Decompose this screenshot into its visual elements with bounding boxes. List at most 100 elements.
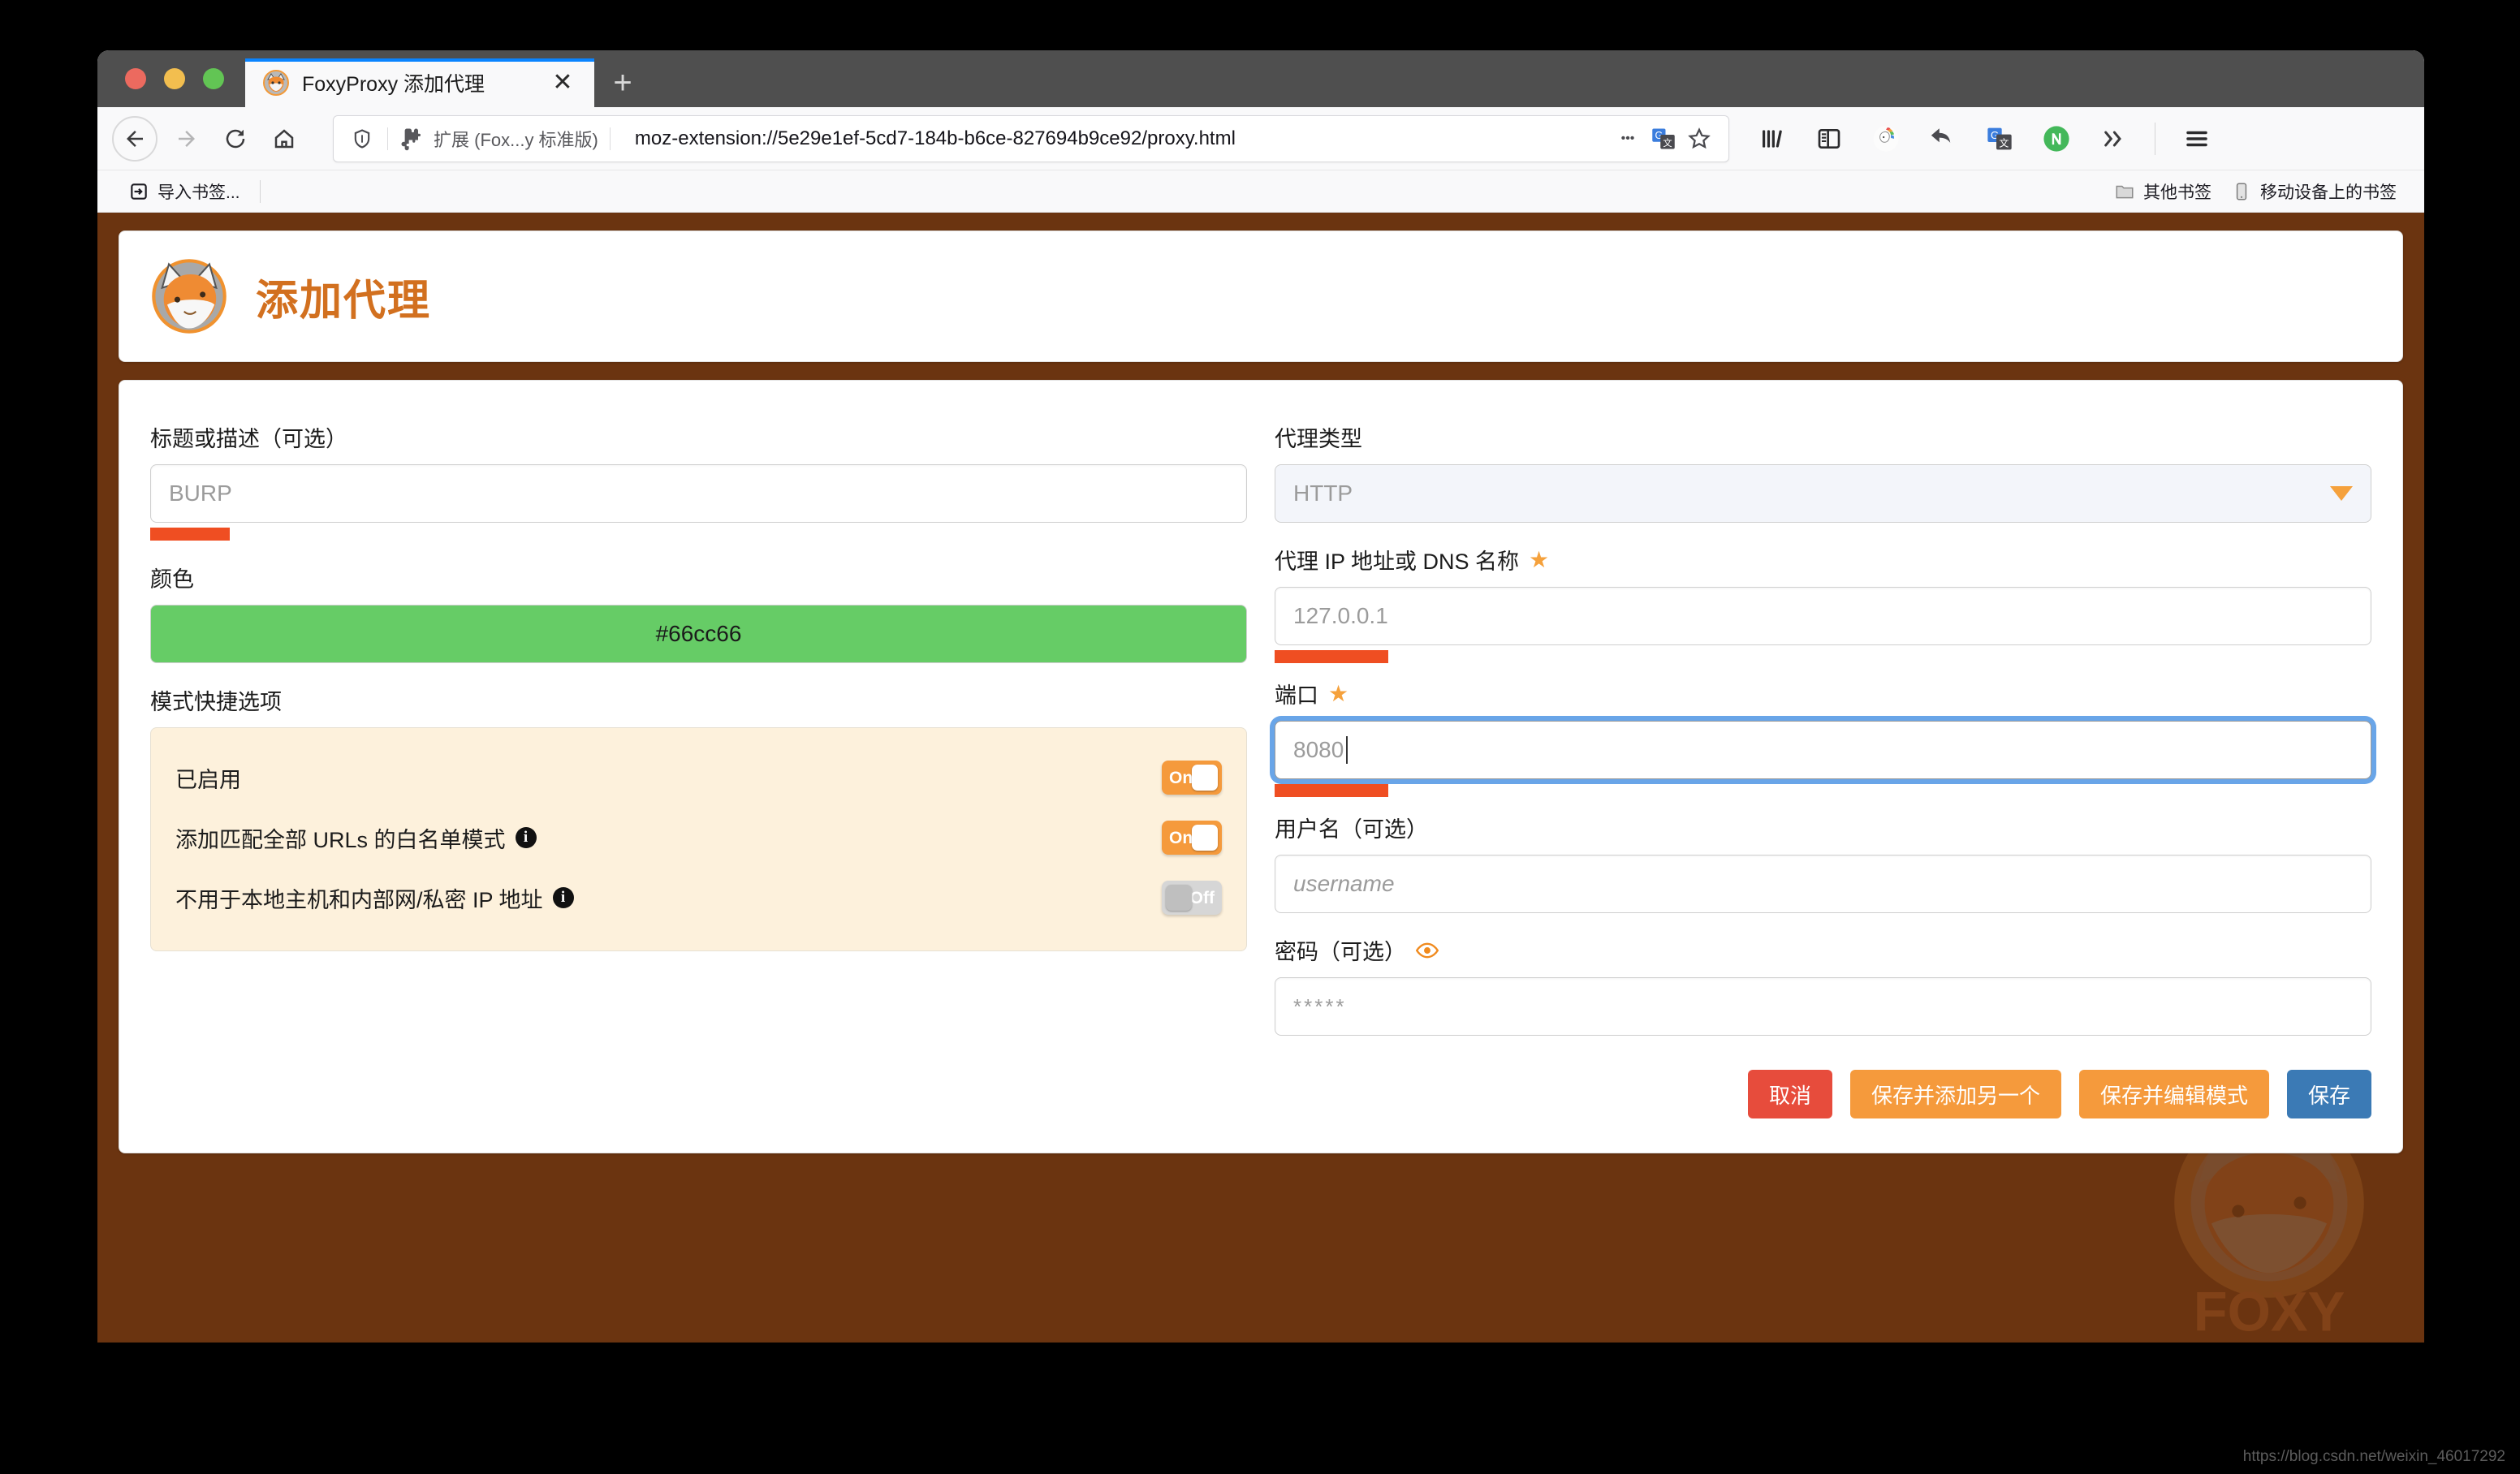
color-swatch-input[interactable]: #66cc66 [150,605,1247,663]
maximize-window-button[interactable] [203,68,224,89]
nimbus-extension-icon[interactable] [2031,114,2082,164]
bookmarks-bar: 导入书签... 其他书签 移动设备上的书签 [97,170,2424,213]
translate-icon[interactable]: G 文 [1646,121,1681,157]
puzzle-piece-icon [401,128,421,150]
port-value: 8080 [1293,737,1344,762]
home-button-icon[interactable] [260,114,309,163]
url-text[interactable]: moz-extension://5e29e1ef-5cd7-184b-b6ce-… [635,127,1610,150]
form-left-column: 标题或描述（可选） BURP 颜色 #66cc66 模式快捷选项 已启用 On … [150,421,1247,1118]
svg-text:FOXY: FOXY [2194,1280,2345,1343]
bookmark-star-icon[interactable] [1681,121,1717,157]
toggle-localhost[interactable]: Off [1162,881,1222,915]
bookmarks-divider [259,179,261,203]
required-star-icon-port: ★ [1328,680,1349,706]
library-icon[interactable] [1747,114,1797,164]
unicorn-extension-icon[interactable] [1861,114,1911,164]
shield-icon[interactable] [348,125,376,153]
proxy-ip-label-text: 代理 IP 地址或 DNS 名称 [1275,550,1520,574]
password-value: ***** [1293,993,1347,1019]
username-label: 用户名（可选） [1275,812,2371,843]
extension-chip[interactable]: 扩展 (Fox...y 标准版) [399,126,598,152]
mobile-device-icon [2236,182,2247,200]
save-and-add-another-button[interactable]: 保存并添加另一个 [1849,1070,2061,1118]
proxy-type-value: HTTP [1293,481,1353,506]
form-actions: 取消 保存并添加另一个 保存并编辑模式 保存 [1275,1070,2371,1118]
bookmark-import-label: 导入书签... [158,183,240,202]
form-right-column: 代理类型 HTTP 代理 IP 地址或 DNS 名称 ★ 127.0.0.1 端… [1275,421,2371,1118]
back-button-icon[interactable] [112,115,158,162]
browser-tab[interactable]: FoxyProxy 添加代理 ✕ [245,58,594,107]
patterns-label-text: 模式快捷选项 [150,690,282,714]
undo-close-tab-icon[interactable] [1918,114,1968,164]
reload-button-icon[interactable] [211,114,260,163]
toggle-enabled[interactable]: On [1162,761,1222,795]
title-label-text: 标题或描述（可选） [150,427,347,451]
window-controls [97,68,245,107]
sidebar-icon[interactable] [1804,114,1854,164]
info-icon-localhost[interactable]: i [552,887,574,908]
port-label: 端口 ★ [1275,678,2371,709]
username-placeholder: username [1293,871,1395,896]
overflow-chevrons-icon[interactable] [2088,114,2138,164]
pattern-enabled-text-wrap: 已启用 [175,762,241,794]
color-label-text: 颜色 [150,567,194,592]
page-actions-icon[interactable]: ••• [1610,121,1646,157]
footer-source-url: https://blog.csdn.net/weixin_46017292 [2242,1448,2505,1465]
proxy-ip-input[interactable]: 127.0.0.1 [1275,587,2371,645]
address-bar-divider-2 [609,127,611,150]
text-caret [1346,736,1348,764]
tab-title: FoxyProxy 添加代理 [302,73,485,96]
minimize-window-button[interactable] [164,68,185,89]
pattern-localhost-text-wrap: 不用于本地主机和内部网/私密 IP 地址 i [175,882,574,914]
page-header-card: 添加代理 [119,231,2403,362]
password-label: 密码（可选） [1275,934,2371,966]
new-tab-button[interactable]: + [594,58,651,107]
save-button[interactable]: 保存 [2286,1070,2371,1118]
page-content: FOXY PROXY 添加代理 标题或描述（可选） BURP 颜色 #66cc6… [97,213,2424,1343]
toggle-enabled-knob [1192,765,1218,791]
proxy-ip-annotation-underline [1275,650,1388,663]
translate-extension-icon[interactable]: G 文 [1974,114,2025,164]
foxyproxy-favicon-icon [263,70,289,96]
hamburger-menu-icon[interactable] [2172,114,2222,164]
toggle-localhost-knob [1166,885,1192,911]
toggle-whitelist[interactable]: On [1162,821,1222,855]
port-annotation-underline [1275,784,1388,797]
toggle-whitelist-label: On [1169,828,1193,847]
close-window-button[interactable] [125,68,146,89]
title-field-label: 标题或描述（可选） [150,421,1247,453]
password-label-text: 密码（可选） [1275,940,1406,964]
forward-button-icon[interactable] [162,114,211,163]
bookmark-other[interactable]: 其他书签 [2104,179,2221,204]
port-input[interactable]: 8080 [1275,721,2371,779]
info-icon-whitelist[interactable]: i [515,827,537,848]
toggle-localhost-label: Off [1189,888,1215,907]
toolbar-actions: G 文 [1747,114,2222,164]
browser-window: FoxyProxy 添加代理 ✕ + 扩展 (Fox...y 标准版) moz-… [97,50,2424,1343]
svg-text:文: 文 [1999,136,2009,149]
save-and-edit-patterns-button[interactable]: 保存并编辑模式 [2078,1070,2269,1118]
toggle-whitelist-knob [1192,825,1218,851]
pattern-enabled-label: 已启用 [175,767,241,792]
password-input[interactable]: ***** [1275,977,2371,1036]
cancel-button[interactable]: 取消 [1747,1070,1832,1118]
title-input[interactable]: BURP [150,464,1247,523]
bookmark-import[interactable]: 导入书签... [119,179,250,204]
required-star-icon-ip: ★ [1529,546,1550,572]
pattern-localhost-label: 不用于本地主机和内部网/私密 IP 地址 [175,887,543,912]
address-bar[interactable]: 扩展 (Fox...y 标准版) moz-extension://5e29e1e… [333,114,1729,162]
proxy-type-label: 代理类型 [1275,421,2371,453]
extension-label: 扩展 (Fox...y 标准版) [434,129,598,150]
show-password-eye-icon[interactable] [1416,939,1439,962]
bookmark-other-label: 其他书签 [2143,183,2211,202]
bookmark-mobile[interactable]: 移动设备上的书签 [2221,179,2406,204]
proxy-type-select[interactable]: HTTP [1275,464,2371,523]
navigation-toolbar: 扩展 (Fox...y 标准版) moz-extension://5e29e1e… [97,107,2424,170]
pattern-shortcuts-panel: 已启用 On 添加匹配全部 URLs 的白名单模式 i On 不用于本地主机和内… [150,727,1247,951]
username-input[interactable]: username [1275,855,2371,913]
close-tab-icon[interactable]: ✕ [544,64,581,101]
